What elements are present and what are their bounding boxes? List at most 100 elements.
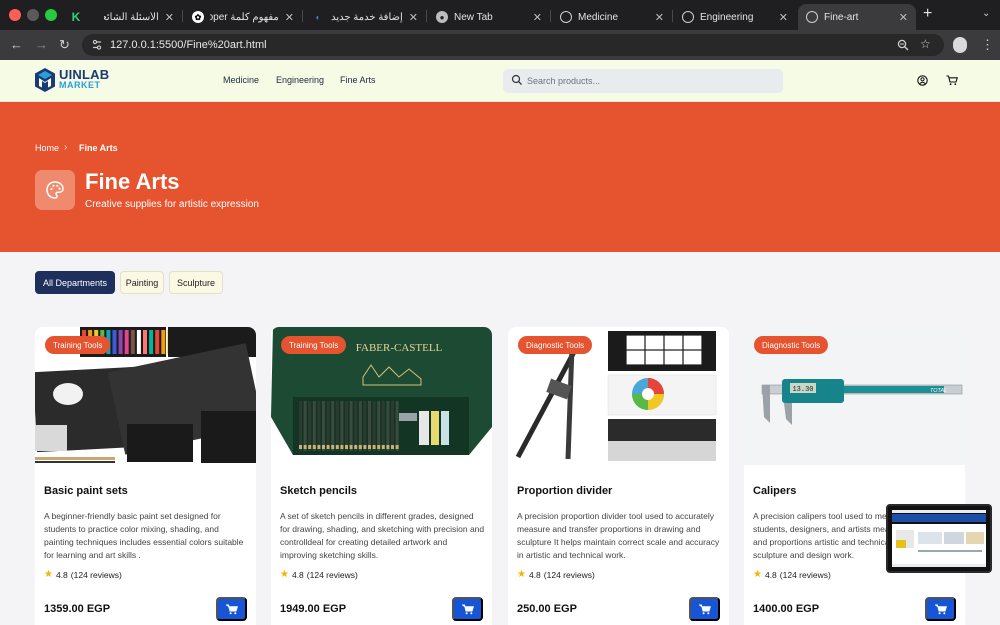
app-icon: ◐ [312, 11, 324, 23]
browser-menu-icon[interactable]: ⋮ [981, 37, 994, 53]
product-rating: ★ 4.8 (124 reviews) [280, 569, 358, 580]
cart-icon [461, 604, 474, 614]
reload-icon[interactable]: ↻ [59, 37, 70, 53]
review-count: (124 reviews) [543, 569, 595, 580]
add-to-cart-button[interactable] [689, 597, 720, 621]
product-rating: ★ 4.8 (124 reviews) [44, 569, 122, 580]
add-to-cart-button[interactable] [216, 597, 247, 621]
filter-painting[interactable]: Painting [120, 271, 164, 294]
review-count: (124 reviews) [779, 569, 831, 580]
close-tab-icon[interactable]: ✕ [655, 11, 664, 24]
product-description: A beginner-friendly basic paint set desi… [44, 511, 244, 560]
search-icon [511, 74, 522, 85]
k-app-icon: K [70, 10, 82, 24]
product-title[interactable]: Sketch pencils [280, 485, 357, 497]
address-bar[interactable]: 127.0.0.1:5500/Fine%20art.html ☆ [82, 34, 944, 56]
new-tab-button[interactable]: + [923, 5, 932, 23]
close-tab-icon[interactable]: ✕ [165, 11, 174, 24]
browser-tab-5[interactable]: ● New Tab ✕ [428, 4, 550, 30]
preview-image [888, 506, 990, 571]
product-card[interactable]: FABER-CASTELL Training Tools Sketch penc… [271, 327, 492, 625]
product-price: 1359.00 EGP [44, 603, 111, 615]
browser-tab-6[interactable]: Medicine ✕ [552, 4, 672, 30]
browser-tab-4[interactable]: ◐ إضافة خدمة جديد | ... ✕ [304, 4, 426, 30]
tab-search-icon[interactable]: ⌄ [982, 8, 990, 19]
site-info-icon[interactable] [91, 39, 103, 51]
tab-title: Engineering [700, 11, 754, 23]
page-title: Fine Arts [85, 169, 180, 194]
browser-tab-3[interactable]: ✿ مفهوم كلمة Developer ✕ [184, 4, 302, 30]
tab-title: إضافة خدمة جديد | ... [330, 11, 403, 23]
globe-icon [682, 11, 694, 23]
filter-all-departments[interactable]: All Departments [35, 271, 115, 294]
product-title[interactable]: Proportion divider [517, 485, 612, 497]
back-icon[interactable]: ← [10, 37, 23, 53]
close-tab-icon[interactable]: ✕ [533, 11, 542, 24]
product-title[interactable]: Basic paint sets [44, 485, 128, 497]
bookmark-star-icon[interactable]: ☆ [920, 37, 931, 51]
page-subtitle: Creative supplies for artistic expressio… [85, 199, 259, 210]
product-rating: ★ 4.8 (124 reviews) [517, 569, 595, 580]
product-rating: ★ 4.8 (124 reviews) [753, 569, 831, 580]
search-input[interactable] [527, 71, 777, 91]
chrome-icon: ● [436, 11, 448, 23]
rating-value: 4.8 [55, 569, 68, 580]
product-badge: Training Tools [45, 336, 111, 354]
nav-fine-arts[interactable]: Fine Arts [340, 75, 376, 85]
cart-icon[interactable] [946, 75, 958, 86]
close-tab-icon[interactable]: ✕ [285, 11, 294, 24]
browser-toolbar: ← → ↻ 127.0.0.1:5500/Fine%20art.html ☆ ⋮ [0, 30, 1000, 60]
product-price: 1400.00 EGP [753, 603, 820, 615]
breadcrumb-home[interactable]: Home [35, 143, 59, 153]
close-window-button[interactable] [9, 9, 21, 21]
rating-value: 4.8 [764, 569, 777, 580]
add-to-cart-button[interactable] [452, 597, 483, 621]
tab-title: Fine-art [824, 11, 859, 23]
product-card[interactable]: Training Tools Basic paint sets A beginn… [35, 327, 256, 625]
filter-sculpture[interactable]: Sculpture [169, 271, 223, 294]
close-tab-icon[interactable]: ✕ [779, 11, 788, 24]
globe-icon [560, 11, 572, 23]
nav-medicine[interactable]: Medicine [223, 75, 259, 85]
tab-title: New Tab [454, 11, 493, 23]
product-price: 1949.00 EGP [280, 603, 347, 615]
add-to-cart-button[interactable] [925, 597, 956, 621]
tab-title: مفهوم كلمة Developer [210, 11, 279, 23]
review-count: (124 reviews) [306, 569, 358, 580]
close-tab-icon[interactable]: ✕ [409, 11, 418, 24]
tab-title: Medicine [578, 11, 619, 23]
screenshot-preview-thumbnail[interactable] [886, 504, 992, 573]
chevron-right-icon: › [64, 142, 68, 153]
openai-icon: ✿ [192, 11, 204, 23]
product-price: 250.00 EGP [517, 603, 577, 615]
caliper-reading-text: 13.30 [792, 386, 813, 394]
cart-icon [934, 604, 947, 614]
palette-icon [35, 170, 75, 210]
nav-engineering[interactable]: Engineering [276, 75, 324, 85]
category-hero: Home › Fine Arts Fine Arts Creative supp… [0, 102, 1000, 252]
product-badge: Training Tools [281, 336, 347, 354]
browser-tab-2[interactable]: الأسئلة الشائعة ✕ [96, 4, 182, 30]
logo-cube-icon [35, 68, 55, 92]
browser-tab-8-active[interactable]: Fine-art ✕ [798, 4, 916, 30]
product-description: A precision proportion divider tool used… [517, 511, 720, 560]
star-icon: ★ [44, 569, 53, 580]
site-logo[interactable]: UINLAB MARKET [34, 67, 109, 93]
cart-icon [698, 604, 711, 614]
logo-subtitle: MARKET [59, 80, 101, 90]
browser-tab-1[interactable]: K [62, 4, 94, 30]
close-tab-icon[interactable]: ✕ [899, 11, 908, 24]
star-icon: ★ [753, 569, 762, 580]
zoom-icon[interactable] [897, 39, 909, 51]
browser-tab-7[interactable]: Engineering ✕ [674, 4, 796, 30]
product-card[interactable]: Diagnostic Tools Proportion divider A pr… [508, 327, 729, 625]
breadcrumb-current: Fine Arts [79, 143, 118, 153]
extension-icon[interactable] [953, 37, 967, 53]
minimize-window-button[interactable] [27, 9, 39, 21]
maximize-window-button[interactable] [45, 9, 57, 21]
star-icon: ★ [280, 569, 289, 580]
product-title[interactable]: Calipers [753, 485, 796, 497]
user-account-icon[interactable] [917, 75, 928, 86]
forward-icon[interactable]: → [35, 37, 48, 53]
product-card[interactable]: 13.30 TOTAL Diagnostic Tools Calipers A … [744, 327, 965, 625]
